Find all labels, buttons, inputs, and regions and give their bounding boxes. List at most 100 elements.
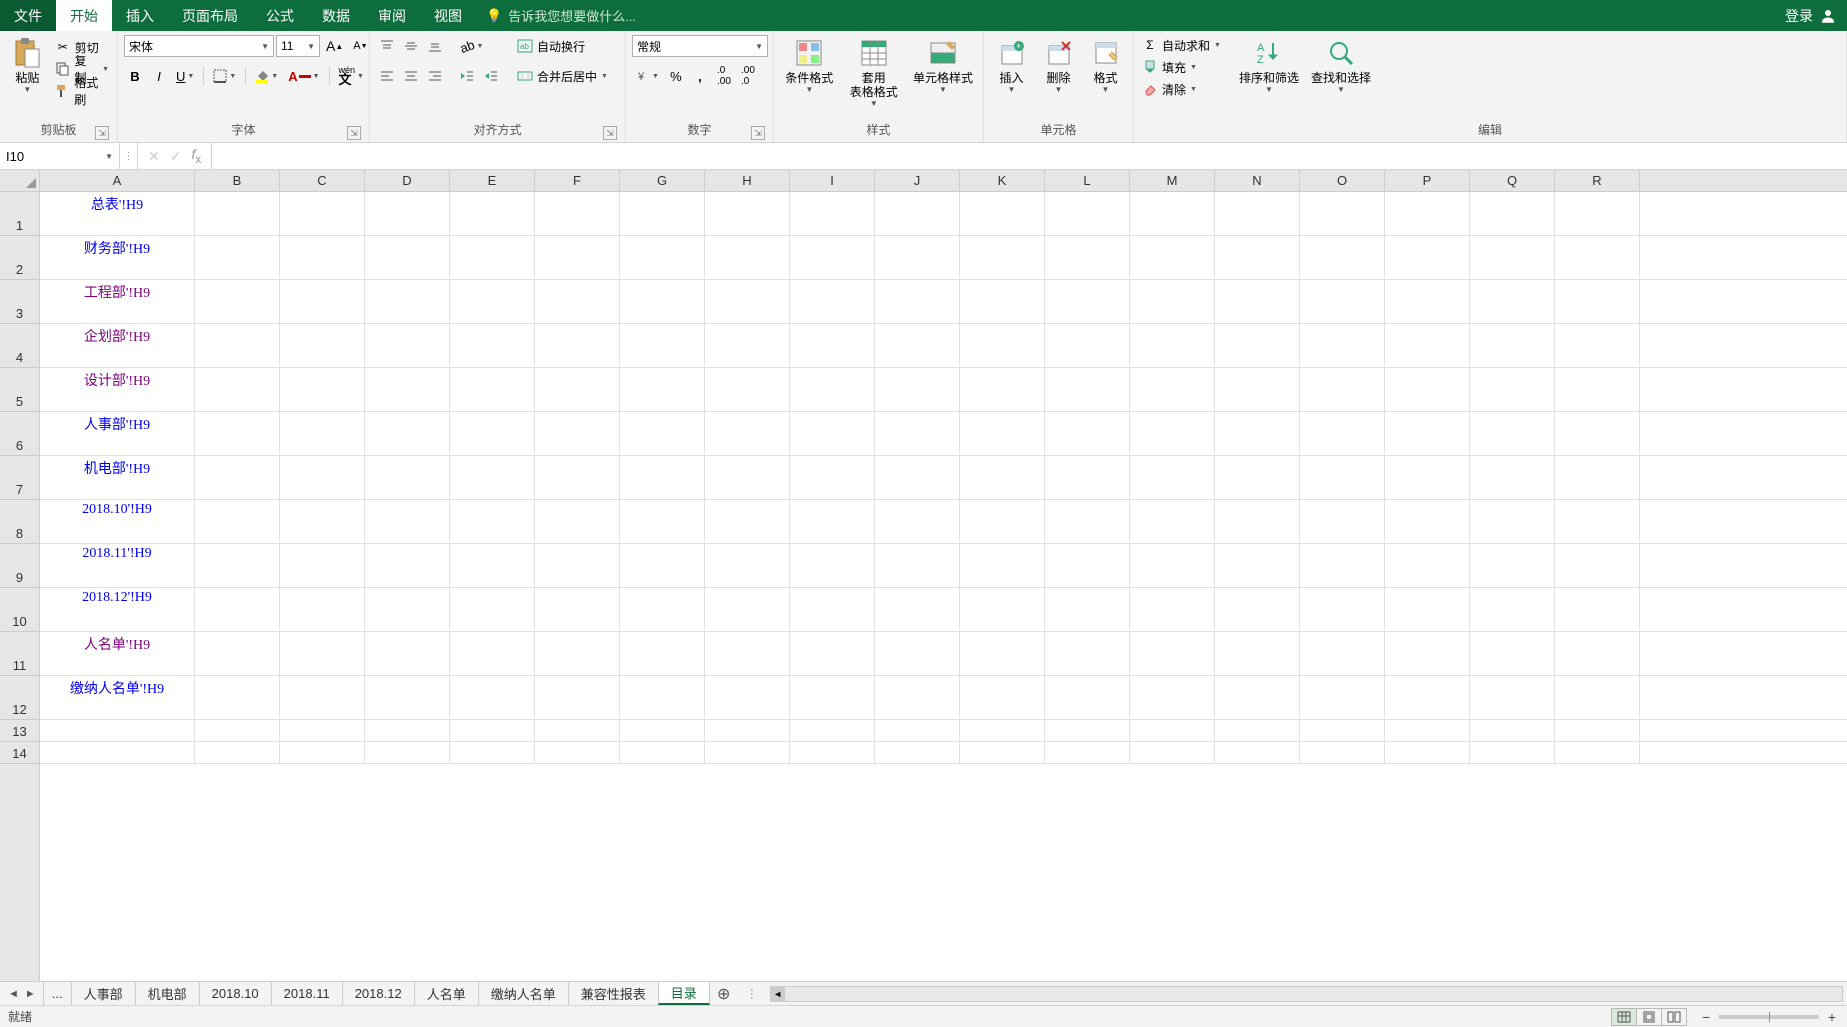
- cell-G5[interactable]: [620, 368, 705, 412]
- row-header-10[interactable]: 10: [0, 588, 39, 632]
- col-header-L[interactable]: L: [1045, 170, 1130, 191]
- cell-F7[interactable]: [535, 456, 620, 500]
- name-box-input[interactable]: [6, 149, 86, 164]
- cell-F4[interactable]: [535, 324, 620, 368]
- sheet-tab[interactable]: 2018.10: [199, 982, 272, 1005]
- cell-H7[interactable]: [705, 456, 790, 500]
- cell-K6[interactable]: [960, 412, 1045, 456]
- bold-button[interactable]: B: [124, 65, 146, 87]
- cell-B1[interactable]: [195, 192, 280, 236]
- cell-J10[interactable]: [875, 588, 960, 632]
- cell-I8[interactable]: [790, 500, 875, 544]
- cell-N11[interactable]: [1215, 632, 1300, 676]
- cell-K11[interactable]: [960, 632, 1045, 676]
- cell-B4[interactable]: [195, 324, 280, 368]
- cell-I13[interactable]: [790, 720, 875, 742]
- cell-A2[interactable]: 财务部'!H9: [40, 236, 195, 280]
- cell-N2[interactable]: [1215, 236, 1300, 280]
- cell-R6[interactable]: [1555, 412, 1640, 456]
- cell-G2[interactable]: [620, 236, 705, 280]
- cell-O11[interactable]: [1300, 632, 1385, 676]
- cell-B11[interactable]: [195, 632, 280, 676]
- tell-me-search[interactable]: 💡 告诉我您想要做什么...: [486, 0, 636, 31]
- cell-Q5[interactable]: [1470, 368, 1555, 412]
- cell-L14[interactable]: [1045, 742, 1130, 764]
- autosum-button[interactable]: Σ自动求和▼: [1140, 35, 1223, 55]
- cell-H14[interactable]: [705, 742, 790, 764]
- cell-O12[interactable]: [1300, 676, 1385, 720]
- view-page-layout-button[interactable]: [1636, 1008, 1662, 1026]
- name-box[interactable]: ▼: [0, 143, 120, 169]
- cell-Q7[interactable]: [1470, 456, 1555, 500]
- cell-R2[interactable]: [1555, 236, 1640, 280]
- sheet-tab[interactable]: 2018.11: [271, 982, 343, 1005]
- cell-J7[interactable]: [875, 456, 960, 500]
- cell-J3[interactable]: [875, 280, 960, 324]
- cell-L3[interactable]: [1045, 280, 1130, 324]
- cell-styles-button[interactable]: 单元格样式▼: [909, 35, 977, 94]
- row-header-5[interactable]: 5: [0, 368, 39, 412]
- cell-H9[interactable]: [705, 544, 790, 588]
- cell-N4[interactable]: [1215, 324, 1300, 368]
- cell-J2[interactable]: [875, 236, 960, 280]
- zoom-in-button[interactable]: +: [1825, 1009, 1839, 1025]
- cell-H3[interactable]: [705, 280, 790, 324]
- wrap-text-button[interactable]: ab自动换行: [512, 35, 613, 57]
- col-header-B[interactable]: B: [195, 170, 280, 191]
- cell-J14[interactable]: [875, 742, 960, 764]
- cell-M14[interactable]: [1130, 742, 1215, 764]
- cell-M13[interactable]: [1130, 720, 1215, 742]
- cell-P14[interactable]: [1385, 742, 1470, 764]
- col-header-C[interactable]: C: [280, 170, 365, 191]
- cell-D2[interactable]: [365, 236, 450, 280]
- sheet-tab[interactable]: 2018.12: [342, 982, 415, 1005]
- cell-P5[interactable]: [1385, 368, 1470, 412]
- cell-G7[interactable]: [620, 456, 705, 500]
- cell-I1[interactable]: [790, 192, 875, 236]
- cell-E9[interactable]: [450, 544, 535, 588]
- fill-color-button[interactable]: ▼: [251, 65, 282, 87]
- cell-E6[interactable]: [450, 412, 535, 456]
- cell-A12[interactable]: 缴纳人名单'!H9: [40, 676, 195, 720]
- cell-G10[interactable]: [620, 588, 705, 632]
- cell-C4[interactable]: [280, 324, 365, 368]
- decrease-indent-button[interactable]: [456, 65, 478, 87]
- cell-O7[interactable]: [1300, 456, 1385, 500]
- view-normal-button[interactable]: [1611, 1008, 1637, 1026]
- cell-F5[interactable]: [535, 368, 620, 412]
- cell-F6[interactable]: [535, 412, 620, 456]
- col-header-H[interactable]: H: [705, 170, 790, 191]
- cell-E3[interactable]: [450, 280, 535, 324]
- cell-G6[interactable]: [620, 412, 705, 456]
- zoom-slider[interactable]: [1719, 1015, 1819, 1019]
- cell-F14[interactable]: [535, 742, 620, 764]
- cell-G14[interactable]: [620, 742, 705, 764]
- align-bottom-button[interactable]: [424, 35, 446, 57]
- cell-P7[interactable]: [1385, 456, 1470, 500]
- cell-P11[interactable]: [1385, 632, 1470, 676]
- cell-P9[interactable]: [1385, 544, 1470, 588]
- cell-G13[interactable]: [620, 720, 705, 742]
- cell-Q4[interactable]: [1470, 324, 1555, 368]
- col-header-Q[interactable]: Q: [1470, 170, 1555, 191]
- col-header-A[interactable]: A: [40, 170, 195, 191]
- cell-D8[interactable]: [365, 500, 450, 544]
- alignment-launcher[interactable]: ⇲: [603, 126, 617, 140]
- cell-A9[interactable]: 2018.11'!H9: [40, 544, 195, 588]
- cell-O8[interactable]: [1300, 500, 1385, 544]
- cell-E12[interactable]: [450, 676, 535, 720]
- cell-L13[interactable]: [1045, 720, 1130, 742]
- cell-B5[interactable]: [195, 368, 280, 412]
- cell-Q10[interactable]: [1470, 588, 1555, 632]
- row-header-12[interactable]: 12: [0, 676, 39, 720]
- cell-D10[interactable]: [365, 588, 450, 632]
- format-painter-button[interactable]: 格式刷: [53, 81, 111, 101]
- cell-C7[interactable]: [280, 456, 365, 500]
- cell-Q11[interactable]: [1470, 632, 1555, 676]
- cell-H8[interactable]: [705, 500, 790, 544]
- cell-H13[interactable]: [705, 720, 790, 742]
- cell-H2[interactable]: [705, 236, 790, 280]
- cell-H10[interactable]: [705, 588, 790, 632]
- cell-F9[interactable]: [535, 544, 620, 588]
- zoom-out-button[interactable]: −: [1699, 1009, 1713, 1025]
